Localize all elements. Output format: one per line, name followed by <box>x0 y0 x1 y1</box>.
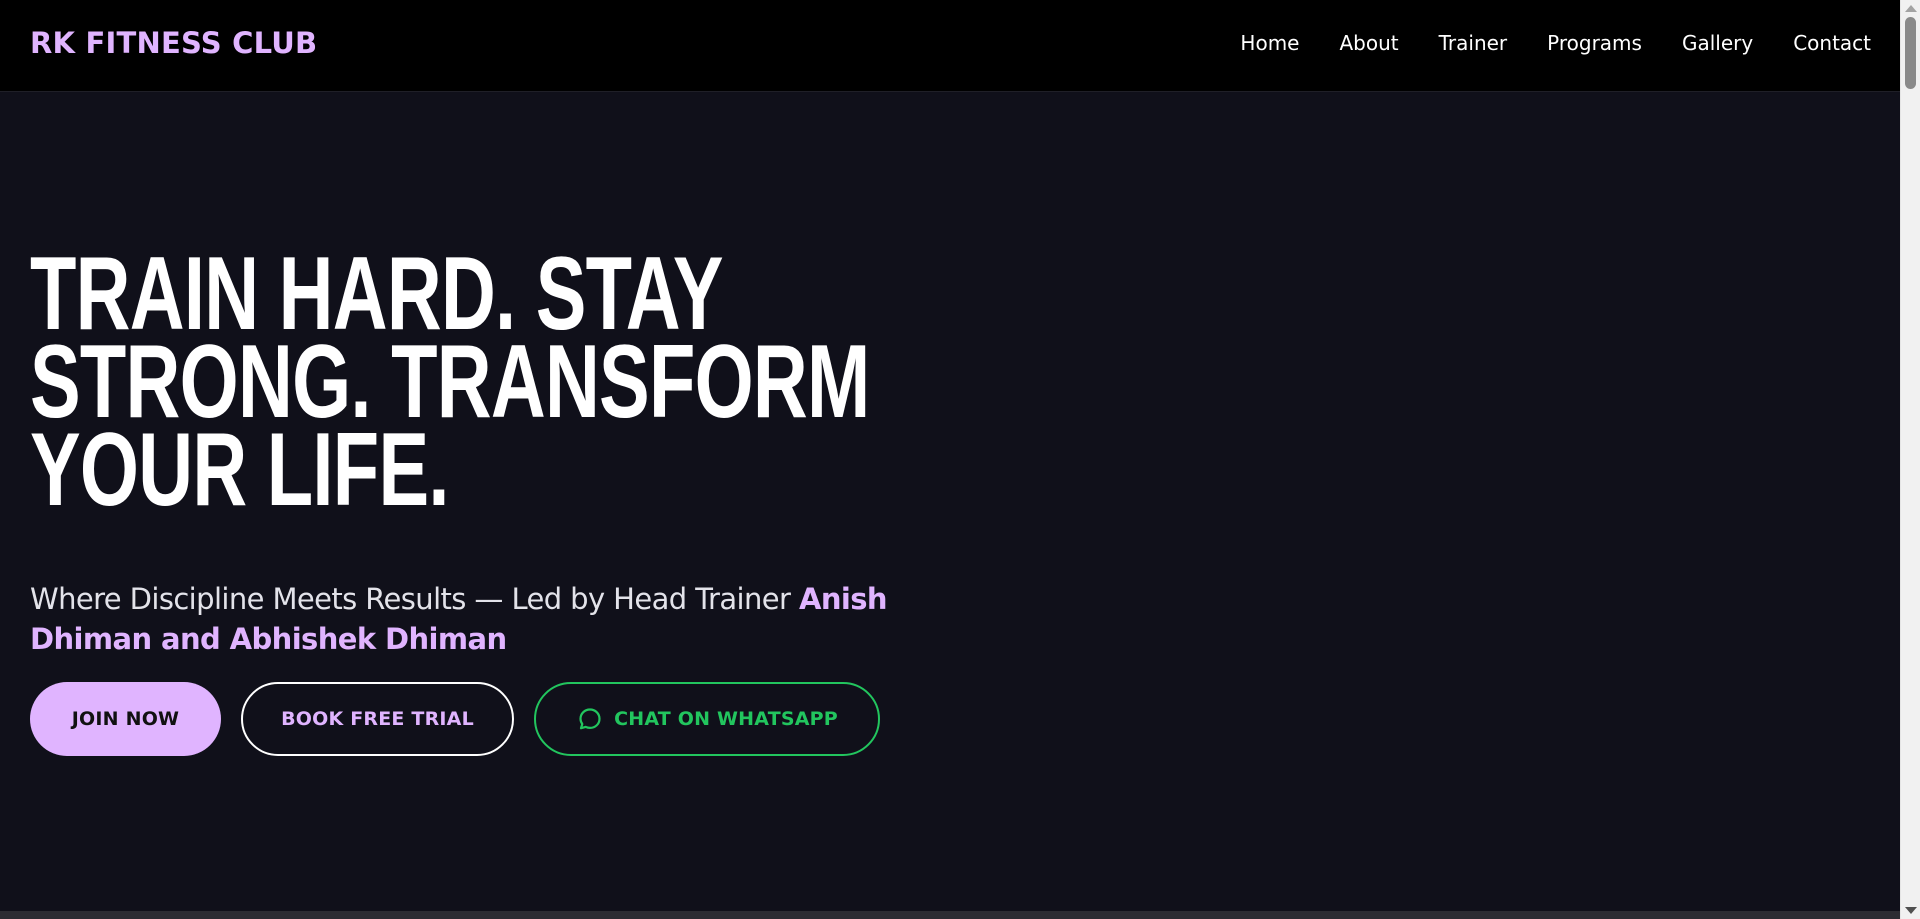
nav-link-trainer[interactable]: Trainer <box>1439 31 1508 55</box>
scroll-up-arrow-icon[interactable] <box>1905 5 1917 12</box>
join-now-button[interactable]: JOIN NOW <box>30 682 221 756</box>
book-free-trial-label: BOOK FREE TRIAL <box>281 708 474 730</box>
nav-link-gallery[interactable]: Gallery <box>1682 31 1753 55</box>
chat-on-whatsapp-button[interactable]: CHAT ON WHATSAPP <box>534 682 880 756</box>
join-now-label: JOIN NOW <box>71 708 180 730</box>
hero-headline: TRAIN HARD. STAY STRONG. TRANSFORM YOUR … <box>30 242 870 522</box>
nav-link-home[interactable]: Home <box>1240 31 1299 55</box>
book-free-trial-button[interactable]: BOOK FREE TRIAL <box>241 682 514 756</box>
nav-item-home: Home <box>1240 30 1299 56</box>
scrollbar-thumb[interactable] <box>1905 17 1916 89</box>
navbar: RK FITNESS CLUB Home About Trainer Progr… <box>0 0 1900 92</box>
hero-tagline-text: Where Discipline Meets Results — Led by … <box>30 582 791 616</box>
hero-section: TRAIN HARD. STAY STRONG. TRANSFORM YOUR … <box>30 242 1030 656</box>
nav-item-programs: Programs <box>1547 30 1642 56</box>
next-section-edge <box>0 911 1900 919</box>
scroll-down-arrow-icon[interactable] <box>1905 907 1917 914</box>
nav-link-contact[interactable]: Contact <box>1793 31 1871 55</box>
chat-bubble-icon <box>576 705 604 733</box>
page-scrollbar[interactable] <box>1900 0 1920 919</box>
chat-on-whatsapp-label: CHAT ON WHATSAPP <box>614 708 838 730</box>
nav-item-trainer: Trainer <box>1439 30 1508 56</box>
brand-logo[interactable]: RK FITNESS CLUB <box>30 26 317 60</box>
hero-tagline: Where Discipline Meets Results — Led by … <box>30 579 970 659</box>
nav-menu: Home About Trainer Programs Gallery Cont… <box>1240 30 1871 56</box>
page: RK FITNESS CLUB Home About Trainer Progr… <box>0 0 1900 919</box>
nav-item-contact: Contact <box>1793 30 1871 56</box>
nav-link-programs[interactable]: Programs <box>1547 31 1642 55</box>
nav-item-about: About <box>1339 30 1398 56</box>
nav-item-gallery: Gallery <box>1682 30 1753 56</box>
nav-link-about[interactable]: About <box>1339 31 1398 55</box>
